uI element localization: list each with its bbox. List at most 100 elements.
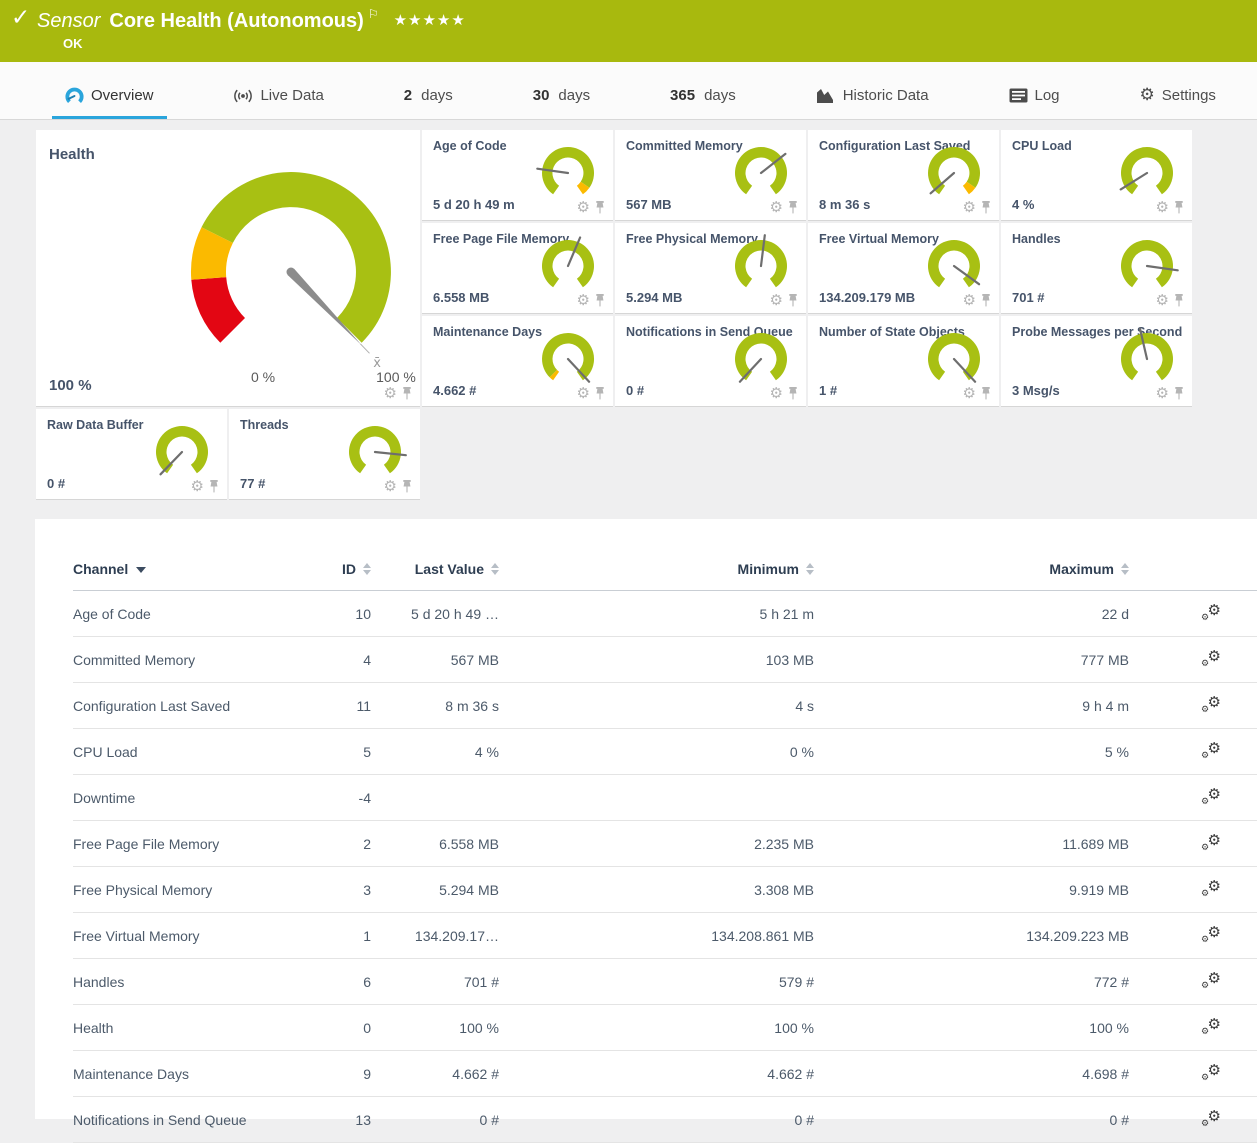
channel-settings-gears-icon[interactable]: ⚙⚙: [1201, 925, 1221, 943]
channel-row-handles[interactable]: Handles6701 #579 #772 #⚙⚙: [73, 959, 1257, 1005]
pin-icon[interactable]: [788, 294, 798, 307]
pin-icon[interactable]: [1174, 294, 1184, 307]
channel-settings-gears-icon[interactable]: ⚙⚙: [1201, 741, 1221, 759]
gauge-title: Handles: [1012, 232, 1061, 246]
channel-settings-gears-icon[interactable]: ⚙⚙: [1201, 879, 1221, 897]
channel-row-health[interactable]: Health0100 %100 %100 %⚙⚙: [73, 1005, 1257, 1051]
sort-desc-icon: [136, 567, 146, 573]
pin-icon[interactable]: [595, 294, 605, 307]
gear-icon[interactable]: ⚙: [963, 200, 976, 215]
channel-row-downtime[interactable]: Downtime-4⚙⚙: [73, 775, 1257, 821]
channel-settings-gears-icon[interactable]: ⚙⚙: [1201, 787, 1221, 805]
gear-icon[interactable]: ⚙: [577, 200, 590, 215]
gear-icon[interactable]: ⚙: [1156, 293, 1169, 308]
column-header-id[interactable]: ID: [313, 561, 371, 591]
channel-row-notifications-in-send-queue[interactable]: Notifications in Send Queue130 #0 #0 #⚙⚙: [73, 1097, 1257, 1143]
column-header-minimum[interactable]: Minimum: [499, 561, 814, 591]
gear-icon[interactable]: ⚙: [770, 200, 783, 215]
sort-icon: [491, 563, 499, 575]
gauge-grid: Health x̄0 %100 % 100 % ⚙ Age of Code5 d…: [36, 130, 1192, 500]
tab-365-days[interactable]: 365days: [657, 87, 749, 119]
pin-icon[interactable]: [981, 387, 991, 400]
channel-row-committed-memory[interactable]: Committed Memory4567 MB103 MB777 MB⚙⚙: [73, 637, 1257, 683]
channel-maximum: 22 d: [814, 591, 1129, 637]
gauge-card-raw-data-buffer: Raw Data Buffer0 #⚙: [36, 409, 227, 500]
gear-icon[interactable]: ⚙: [963, 293, 976, 308]
column-label: Minimum: [738, 561, 799, 577]
gear-icon[interactable]: ⚙: [191, 479, 204, 494]
tab-label: Historic Data: [843, 87, 929, 104]
sort-icon: [1121, 563, 1129, 575]
priority-stars[interactable]: ★★★★★: [394, 11, 466, 29]
column-label: Maximum: [1049, 561, 1114, 577]
channel-row-free-page-file-memory[interactable]: Free Page File Memory26.558 MB2.235 MB11…: [73, 821, 1257, 867]
tab-2-days[interactable]: 2days: [391, 87, 466, 119]
tab-label: days: [558, 87, 590, 104]
tab-overview[interactable]: Overview: [52, 87, 167, 119]
pin-icon[interactable]: [595, 387, 605, 400]
channel-settings-gears-icon[interactable]: ⚙⚙: [1201, 1017, 1221, 1035]
gear-icon[interactable]: ⚙: [577, 386, 590, 401]
channel-row-configuration-last-saved[interactable]: Configuration Last Saved118 m 36 s4 s9 h…: [73, 683, 1257, 729]
gear-icon[interactable]: ⚙: [770, 293, 783, 308]
gear-icon[interactable]: ⚙: [1156, 386, 1169, 401]
gear-icon[interactable]: ⚙: [384, 386, 397, 401]
pin-icon[interactable]: [981, 201, 991, 214]
column-header-channel[interactable]: Channel: [73, 561, 313, 591]
health-gauge: x̄0 %100 %: [166, 152, 422, 397]
pin-icon[interactable]: [788, 387, 798, 400]
channel-id: 1: [313, 913, 371, 959]
channel-last-value: 100 %: [371, 1005, 499, 1051]
channel-row-maintenance-days[interactable]: Maintenance Days94.662 #4.662 #4.698 #⚙⚙: [73, 1051, 1257, 1097]
pin-icon[interactable]: [1174, 387, 1184, 400]
tab-label: Overview: [91, 87, 154, 104]
gauge-value: 4 %: [1012, 197, 1034, 212]
gauge-title: Threads: [240, 418, 289, 432]
channel-id: -4: [313, 775, 371, 821]
gauge-title: Maintenance Days: [433, 325, 542, 339]
gauge-value: 1 #: [819, 383, 837, 398]
channel-maximum: 0 #: [814, 1097, 1129, 1143]
gear-icon[interactable]: ⚙: [384, 479, 397, 494]
column-header-last-value[interactable]: Last Value: [371, 561, 499, 591]
channel-row-age-of-code[interactable]: Age of Code105 d 20 h 49 …5 h 21 m22 d⚙⚙: [73, 591, 1257, 637]
channel-settings-gears-icon[interactable]: ⚙⚙: [1201, 833, 1221, 851]
column-label: Channel: [73, 561, 128, 577]
pin-icon[interactable]: [209, 480, 219, 493]
channel-settings-gears-icon[interactable]: ⚙⚙: [1201, 649, 1221, 667]
channel-row-free-physical-memory[interactable]: Free Physical Memory35.294 MB3.308 MB9.9…: [73, 867, 1257, 913]
channel-minimum: [499, 775, 814, 821]
channel-settings-gears-icon[interactable]: ⚙⚙: [1201, 971, 1221, 989]
column-header-maximum[interactable]: Maximum: [814, 561, 1129, 591]
channel-row-free-virtual-memory[interactable]: Free Virtual Memory1134.209.17…134.208.8…: [73, 913, 1257, 959]
tab-label: days: [704, 87, 736, 104]
table-header-row: Channel IDLast Value Minimum Maximum: [73, 561, 1257, 591]
pin-icon[interactable]: [402, 480, 412, 493]
channel-settings-gears-icon[interactable]: ⚙⚙: [1201, 1109, 1221, 1127]
gauge-title: CPU Load: [1012, 139, 1072, 153]
channel-minimum: 0 %: [499, 729, 814, 775]
channel-settings-gears-icon[interactable]: ⚙⚙: [1201, 1063, 1221, 1081]
tab-log[interactable]: Log: [996, 87, 1073, 119]
pin-icon[interactable]: [402, 387, 412, 400]
tab-live-data[interactable]: Live Data: [220, 87, 336, 119]
channel-settings-gears-icon[interactable]: ⚙⚙: [1201, 695, 1221, 713]
tab-30-days[interactable]: 30days: [520, 87, 603, 119]
flag-icon[interactable]: ⚐: [368, 7, 379, 21]
channel-maximum: [814, 775, 1129, 821]
channel-settings-gears-icon[interactable]: ⚙⚙: [1201, 603, 1221, 621]
pin-icon[interactable]: [981, 294, 991, 307]
channel-row-cpu-load[interactable]: CPU Load54 %0 %5 %⚙⚙: [73, 729, 1257, 775]
pin-icon[interactable]: [595, 201, 605, 214]
gear-icon[interactable]: ⚙: [770, 386, 783, 401]
tab-settings[interactable]: ⚙Settings: [1126, 87, 1228, 119]
pin-icon[interactable]: [788, 201, 798, 214]
gear-icon[interactable]: ⚙: [963, 386, 976, 401]
channel-last-value: 8 m 36 s: [371, 683, 499, 729]
channel-name: Health: [73, 1005, 313, 1051]
pin-icon[interactable]: [1174, 201, 1184, 214]
gauge-value: 6.558 MB: [433, 290, 489, 305]
tab-historic-data[interactable]: Historic Data: [803, 87, 942, 119]
gear-icon[interactable]: ⚙: [1156, 200, 1169, 215]
gear-icon[interactable]: ⚙: [577, 293, 590, 308]
